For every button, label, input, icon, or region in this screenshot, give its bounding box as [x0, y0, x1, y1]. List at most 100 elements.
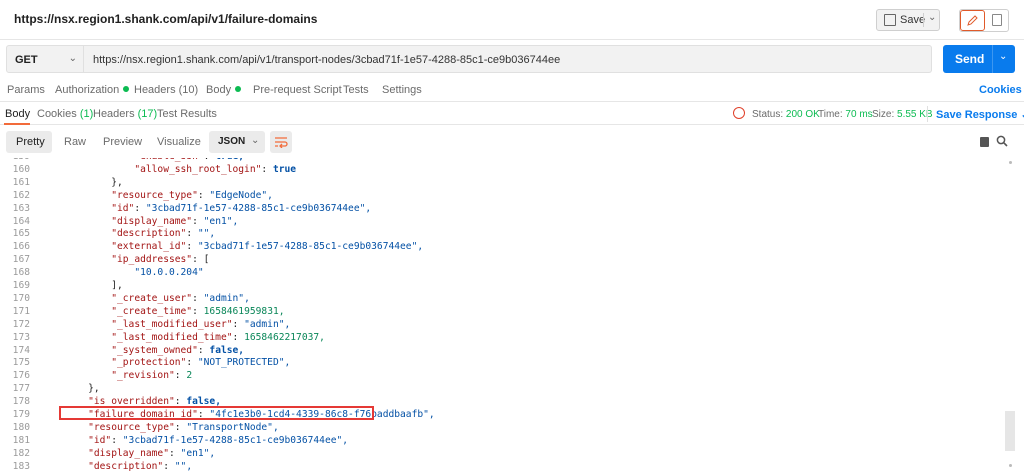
method-select[interactable]: GET ⌄: [6, 45, 84, 73]
code-text: "display_name": "en1",: [65, 448, 215, 459]
save-button[interactable]: Save ⌄: [876, 9, 940, 31]
view-tab-raw[interactable]: Raw: [64, 136, 86, 148]
json-key: "display_name": [111, 215, 193, 227]
active-tab-indicator: [4, 123, 30, 125]
json-separator: :: [168, 447, 181, 459]
view-tab-visualize[interactable]: Visualize: [157, 136, 201, 148]
code-text: "_create_user": "admin",: [65, 293, 250, 304]
code-line: 175 "_protection": "NOT_PROTECTED",: [0, 357, 1024, 370]
json-separator: :: [197, 344, 210, 356]
line-number: 162: [12, 189, 30, 201]
line-number: 168: [12, 267, 30, 279]
status-readout: Status: 200 OK: [752, 109, 820, 120]
wrap-lines-button[interactable]: [270, 131, 292, 153]
code-line: 160 "allow_ssh_root_login": true: [0, 164, 1024, 177]
pretty-label: Pretty: [16, 136, 45, 148]
response-tab-body[interactable]: Body: [5, 108, 30, 120]
json-value: 1658462217037,: [244, 331, 325, 343]
method-label: GET: [15, 54, 38, 66]
line-number: 172: [12, 318, 30, 330]
tab-body[interactable]: Body: [206, 84, 242, 96]
status-value: 200 OK: [785, 109, 820, 120]
edit-icon-button[interactable]: [960, 10, 985, 31]
tab-body-label: Body: [206, 84, 232, 96]
wrap-icon: [275, 137, 288, 148]
json-value: "EdgeNode",: [209, 189, 273, 201]
json-value: "3cbad71f-1e57-4288-85c1-ce9b036744ee",: [145, 202, 372, 214]
response-tab-test-results[interactable]: Test Results: [157, 108, 217, 120]
tab-params[interactable]: Params: [7, 84, 45, 96]
json-value: "",: [174, 460, 193, 472]
code-text: "display_name": "en1",: [65, 216, 238, 227]
line-number: 171: [12, 305, 30, 317]
code-line: 165 "description": "",: [0, 228, 1024, 241]
divider: [927, 106, 928, 122]
line-number: 176: [12, 370, 30, 382]
scrollbar-thumb[interactable]: [1005, 411, 1015, 451]
chevron-down-icon[interactable]: ⌄: [999, 51, 1007, 62]
code-line: 171 "_create_time": 1658461959831,: [0, 306, 1024, 319]
json-value: true: [272, 163, 297, 175]
json-value: "admin",: [203, 292, 250, 304]
code-line: 183 "description": "",: [0, 461, 1024, 474]
format-label: JSON: [218, 136, 246, 147]
line-number: 159: [0, 158, 30, 162]
documentation-icon[interactable]: [992, 14, 1002, 26]
tab-tests[interactable]: Tests: [343, 84, 369, 96]
chevron-down-icon: ⌄: [1020, 109, 1024, 121]
code-text: "_last_modified_user": "admin",: [65, 319, 290, 330]
tab-headers[interactable]: Headers (10): [134, 84, 198, 96]
json-separator: :: [174, 370, 187, 382]
json-value: "admin",: [244, 318, 291, 330]
chevron-down-icon[interactable]: ⌄: [928, 12, 936, 23]
code-line: 174 "_system_owned": false,: [0, 345, 1024, 358]
copy-icon[interactable]: [980, 137, 989, 147]
url-text: https://nsx.region1.shank.com/api/v1/tra…: [93, 54, 561, 66]
format-select[interactable]: JSON ⌄: [209, 131, 265, 153]
search-icon[interactable]: [996, 135, 1008, 147]
cookies-link[interactable]: Cookies: [979, 84, 1022, 96]
save-icon: [884, 14, 896, 26]
scroll-marker: [1009, 161, 1012, 164]
view-tab-preview[interactable]: Preview: [103, 136, 142, 148]
headers-tab-label: Headers: [93, 108, 135, 120]
json-key: "ip_addresses": [111, 254, 193, 266]
response-body-editor[interactable]: 159 "enable_ssh": true, 160 "allow_ssh_ro…: [0, 158, 1024, 474]
json-value: "TransportNode",: [186, 421, 279, 433]
code-text: "_last_modified_time": 1658462217037,: [65, 332, 325, 343]
json-separator: :: [186, 357, 198, 369]
response-tab-headers[interactable]: Headers (17): [93, 108, 157, 120]
globe-icon[interactable]: [733, 107, 745, 119]
code-text: "id": "3cbad71f-1e57-4288-85c1-ce9b03674…: [65, 203, 371, 214]
url-input[interactable]: https://nsx.region1.shank.com/api/v1/tra…: [84, 45, 932, 73]
send-button[interactable]: Send ⌄: [943, 45, 1015, 73]
tab-settings[interactable]: Settings: [382, 84, 422, 96]
view-tab-pretty[interactable]: Pretty: [6, 131, 52, 153]
json-separator: :: [111, 434, 123, 446]
json-key: "enable_ssh": [134, 158, 203, 162]
code-text: "external_id": "3cbad71f-1e57-4288-85c1-…: [65, 241, 423, 252]
json-key: "_last_modified_time": [111, 331, 233, 343]
line-number: 180: [12, 421, 30, 433]
tab-authorization[interactable]: Authorization: [55, 84, 130, 96]
chevron-down-icon: ⌄: [68, 53, 77, 64]
code-text: },: [65, 383, 100, 394]
code-text: "ip_addresses": [: [65, 254, 209, 265]
code-text: "_revision": 2: [65, 370, 192, 381]
tab-pre-request-script[interactable]: Pre-request Script: [253, 84, 342, 96]
json-separator: :: [174, 421, 187, 433]
json-value: true,: [215, 158, 244, 162]
save-response-button[interactable]: Save Response ⌄: [936, 108, 1024, 121]
response-tab-cookies[interactable]: Cookies (1): [37, 108, 93, 120]
json-key: "description": [88, 460, 164, 472]
json-value: "3cbad71f-1e57-4288-85c1-ce9b036744ee",: [197, 241, 424, 253]
code-line: 177 },: [0, 383, 1024, 396]
